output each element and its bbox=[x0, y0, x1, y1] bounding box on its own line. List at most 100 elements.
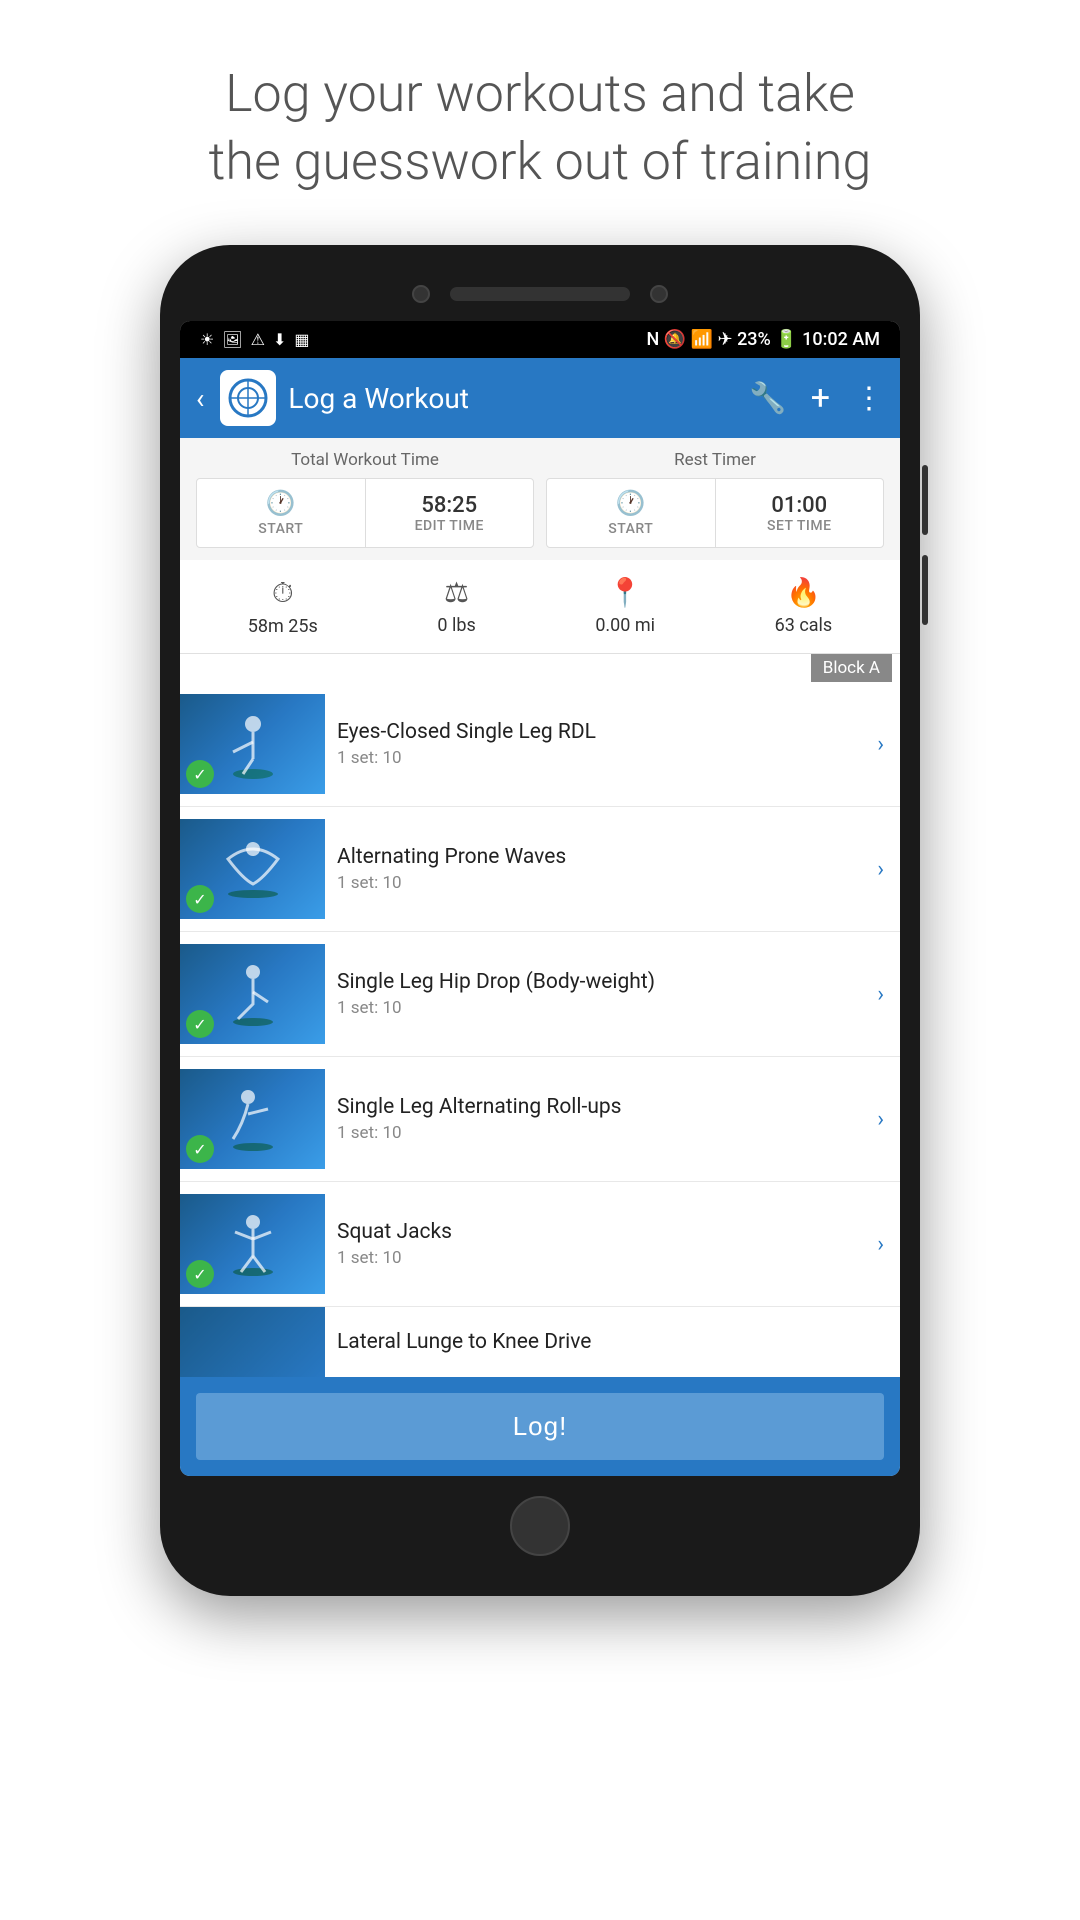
exercise-chevron-4[interactable]: › bbox=[877, 1107, 884, 1132]
exercise-info-1: Eyes-Closed Single Leg RDL 1 set: 10 bbox=[337, 720, 865, 768]
workout-timer-label: Total Workout Time bbox=[196, 450, 534, 470]
status-left-icons: ☀ 🖼 ⚠ ⬇ ▦ bbox=[200, 330, 310, 349]
partial-exercise-item[interactable]: Lateral Lunge to Knee Drive bbox=[180, 1307, 900, 1377]
workout-start-label: START bbox=[258, 521, 303, 537]
stats-row: ⏱ 58m 25s ⚖ 0 lbs 📍 0.00 mi 🔥 63 cals bbox=[180, 560, 900, 654]
airplane-icon: ✈ bbox=[718, 329, 738, 350]
clock-icon: 🕐 bbox=[266, 489, 296, 517]
completed-badge-2: ✓ bbox=[186, 885, 214, 913]
exercise-chevron-2[interactable]: › bbox=[877, 857, 884, 882]
exercise-thumbnail: ✓ bbox=[180, 819, 325, 919]
timer-section: Total Workout Time 🕐 START 58:25 EDIT TI… bbox=[180, 438, 900, 560]
exercise-chevron-5[interactable]: › bbox=[877, 1232, 884, 1257]
rest-timer-label: Rest Timer bbox=[546, 450, 884, 470]
log-button[interactable]: Log! bbox=[196, 1393, 884, 1460]
partial-thumbnail bbox=[180, 1307, 325, 1377]
app-header: ‹ Log a Workout 🔧 + ⋮ bbox=[180, 358, 900, 438]
battery-text: 23% bbox=[737, 329, 771, 350]
stat-calories-value: 63 cals bbox=[775, 615, 833, 636]
more-menu-icon[interactable]: ⋮ bbox=[854, 381, 884, 416]
phone-top bbox=[180, 275, 900, 321]
exercise-chevron-3[interactable]: › bbox=[877, 982, 884, 1007]
table-row[interactable]: ✓ Single Leg Alternating Roll-ups 1 set:… bbox=[180, 1057, 900, 1182]
exercise-sets-1: 1 set: 10 bbox=[337, 748, 865, 768]
table-row[interactable]: ✓ Alternating Prone Waves 1 set: 10 › bbox=[180, 807, 900, 932]
side-button-top bbox=[922, 465, 928, 535]
rest-set-label: SET TIME bbox=[767, 518, 832, 534]
exercise-name-3: Single Leg Hip Drop (Body-weight) bbox=[337, 970, 865, 994]
wrench-icon[interactable]: 🔧 bbox=[749, 381, 786, 416]
status-icon-4: ⬇ bbox=[273, 330, 286, 349]
status-icon-1: ☀ bbox=[200, 330, 214, 349]
status-icon-2: 🖼 bbox=[222, 330, 242, 349]
stopwatch-icon: ⏱ bbox=[272, 576, 294, 610]
exercise-sets-4: 1 set: 10 bbox=[337, 1123, 865, 1143]
status-right: N 🔕 📶 ✈ 23% 🔋 10:02 AM bbox=[646, 329, 880, 350]
side-button-mid bbox=[922, 555, 928, 625]
exercise-thumbnail: ✓ bbox=[180, 1194, 325, 1294]
home-button[interactable] bbox=[510, 1496, 570, 1556]
rest-set-time-button[interactable]: 01:00 SET TIME bbox=[716, 479, 884, 547]
exercise-name-1: Eyes-Closed Single Leg RDL bbox=[337, 720, 865, 744]
table-row[interactable]: ✓ Single Leg Hip Drop (Body-weight) 1 se… bbox=[180, 932, 900, 1057]
block-tag: Block A bbox=[811, 654, 892, 682]
status-icon-5: ▦ bbox=[294, 330, 309, 349]
table-row[interactable]: ✓ Squat Jacks 1 set: 10 › bbox=[180, 1182, 900, 1307]
wifi-icon: 📶 bbox=[691, 329, 718, 350]
weight-icon: ⚖ bbox=[444, 576, 469, 609]
nfc-icon: N bbox=[646, 329, 663, 350]
phone-device: ☀ 🖼 ⚠ ⬇ ▦ N 🔕 📶 ✈ 23% 🔋 10:02 AM ‹ bbox=[160, 245, 920, 1596]
mute-icon: 🔕 bbox=[664, 329, 691, 350]
workout-timer-group: Total Workout Time 🕐 START 58:25 EDIT TI… bbox=[196, 450, 534, 548]
workout-start-button[interactable]: 🕐 START bbox=[197, 479, 366, 547]
exercise-sets-3: 1 set: 10 bbox=[337, 998, 865, 1018]
completed-badge-4: ✓ bbox=[186, 1135, 214, 1163]
exercise-chevron-1[interactable]: › bbox=[877, 732, 884, 757]
exercise-name-4: Single Leg Alternating Roll-ups bbox=[337, 1095, 865, 1119]
speaker-grille bbox=[450, 287, 630, 301]
exercise-info-4: Single Leg Alternating Roll-ups 1 set: 1… bbox=[337, 1095, 865, 1143]
stat-distance-value: 0.00 mi bbox=[595, 615, 655, 636]
exercise-info-5: Squat Jacks 1 set: 10 bbox=[337, 1220, 865, 1268]
tagline: Log your workouts and take the guesswork… bbox=[129, 0, 952, 245]
workout-timer-buttons: 🕐 START 58:25 EDIT TIME bbox=[196, 478, 534, 548]
front-camera bbox=[412, 285, 430, 303]
completed-badge-5: ✓ bbox=[186, 1260, 214, 1288]
exercise-list: ✓ Eyes-Closed Single Leg RDL 1 set: 10 › bbox=[180, 682, 900, 1377]
status-icon-3: ⚠ bbox=[251, 330, 265, 349]
add-icon[interactable]: + bbox=[811, 378, 830, 418]
phone-screen: ☀ 🖼 ⚠ ⬇ ▦ N 🔕 📶 ✈ 23% 🔋 10:02 AM ‹ bbox=[180, 321, 900, 1476]
stat-weight: ⚖ 0 lbs bbox=[437, 576, 475, 637]
exercise-info-3: Single Leg Hip Drop (Body-weight) 1 set:… bbox=[337, 970, 865, 1018]
header-icons: 🔧 + ⋮ bbox=[749, 378, 884, 418]
rest-start-label: START bbox=[608, 521, 653, 537]
stat-calories: 🔥 63 cals bbox=[775, 576, 833, 637]
stat-time: ⏱ 58m 25s bbox=[248, 576, 318, 637]
stat-time-value: 58m 25s bbox=[248, 616, 318, 637]
stat-distance: 📍 0.00 mi bbox=[595, 576, 655, 637]
sensor bbox=[650, 285, 668, 303]
table-row[interactable]: ✓ Eyes-Closed Single Leg RDL 1 set: 10 › bbox=[180, 682, 900, 807]
exercise-thumbnail: ✓ bbox=[180, 1069, 325, 1169]
workout-time-value: 58:25 bbox=[421, 493, 477, 518]
exercise-thumbnail: ✓ bbox=[180, 944, 325, 1044]
workout-edit-time-button[interactable]: 58:25 EDIT TIME bbox=[366, 479, 534, 547]
exercise-name-5: Squat Jacks bbox=[337, 1220, 865, 1244]
rest-timer-buttons: 🕐 START 01:00 SET TIME bbox=[546, 478, 884, 548]
phone-bottom bbox=[180, 1476, 900, 1566]
stat-weight-value: 0 lbs bbox=[437, 615, 475, 636]
block-label-row: Block A bbox=[180, 654, 900, 682]
exercise-thumbnail: ✓ bbox=[180, 694, 325, 794]
battery-icon: 🔋 bbox=[775, 329, 802, 350]
partial-exercise-name: Lateral Lunge to Knee Drive bbox=[337, 1330, 591, 1354]
rest-start-button[interactable]: 🕐 START bbox=[547, 479, 716, 547]
header-title: Log a Workout bbox=[288, 382, 737, 415]
exercise-sets-5: 1 set: 10 bbox=[337, 1248, 865, 1268]
workout-edit-label: EDIT TIME bbox=[415, 518, 484, 534]
bottom-bar: Log! bbox=[180, 1377, 900, 1476]
exercise-name-2: Alternating Prone Waves bbox=[337, 845, 865, 869]
completed-badge-3: ✓ bbox=[186, 1010, 214, 1038]
back-button[interactable]: ‹ bbox=[196, 382, 208, 415]
fire-icon: 🔥 bbox=[786, 576, 821, 609]
status-bar: ☀ 🖼 ⚠ ⬇ ▦ N 🔕 📶 ✈ 23% 🔋 10:02 AM bbox=[180, 321, 900, 358]
